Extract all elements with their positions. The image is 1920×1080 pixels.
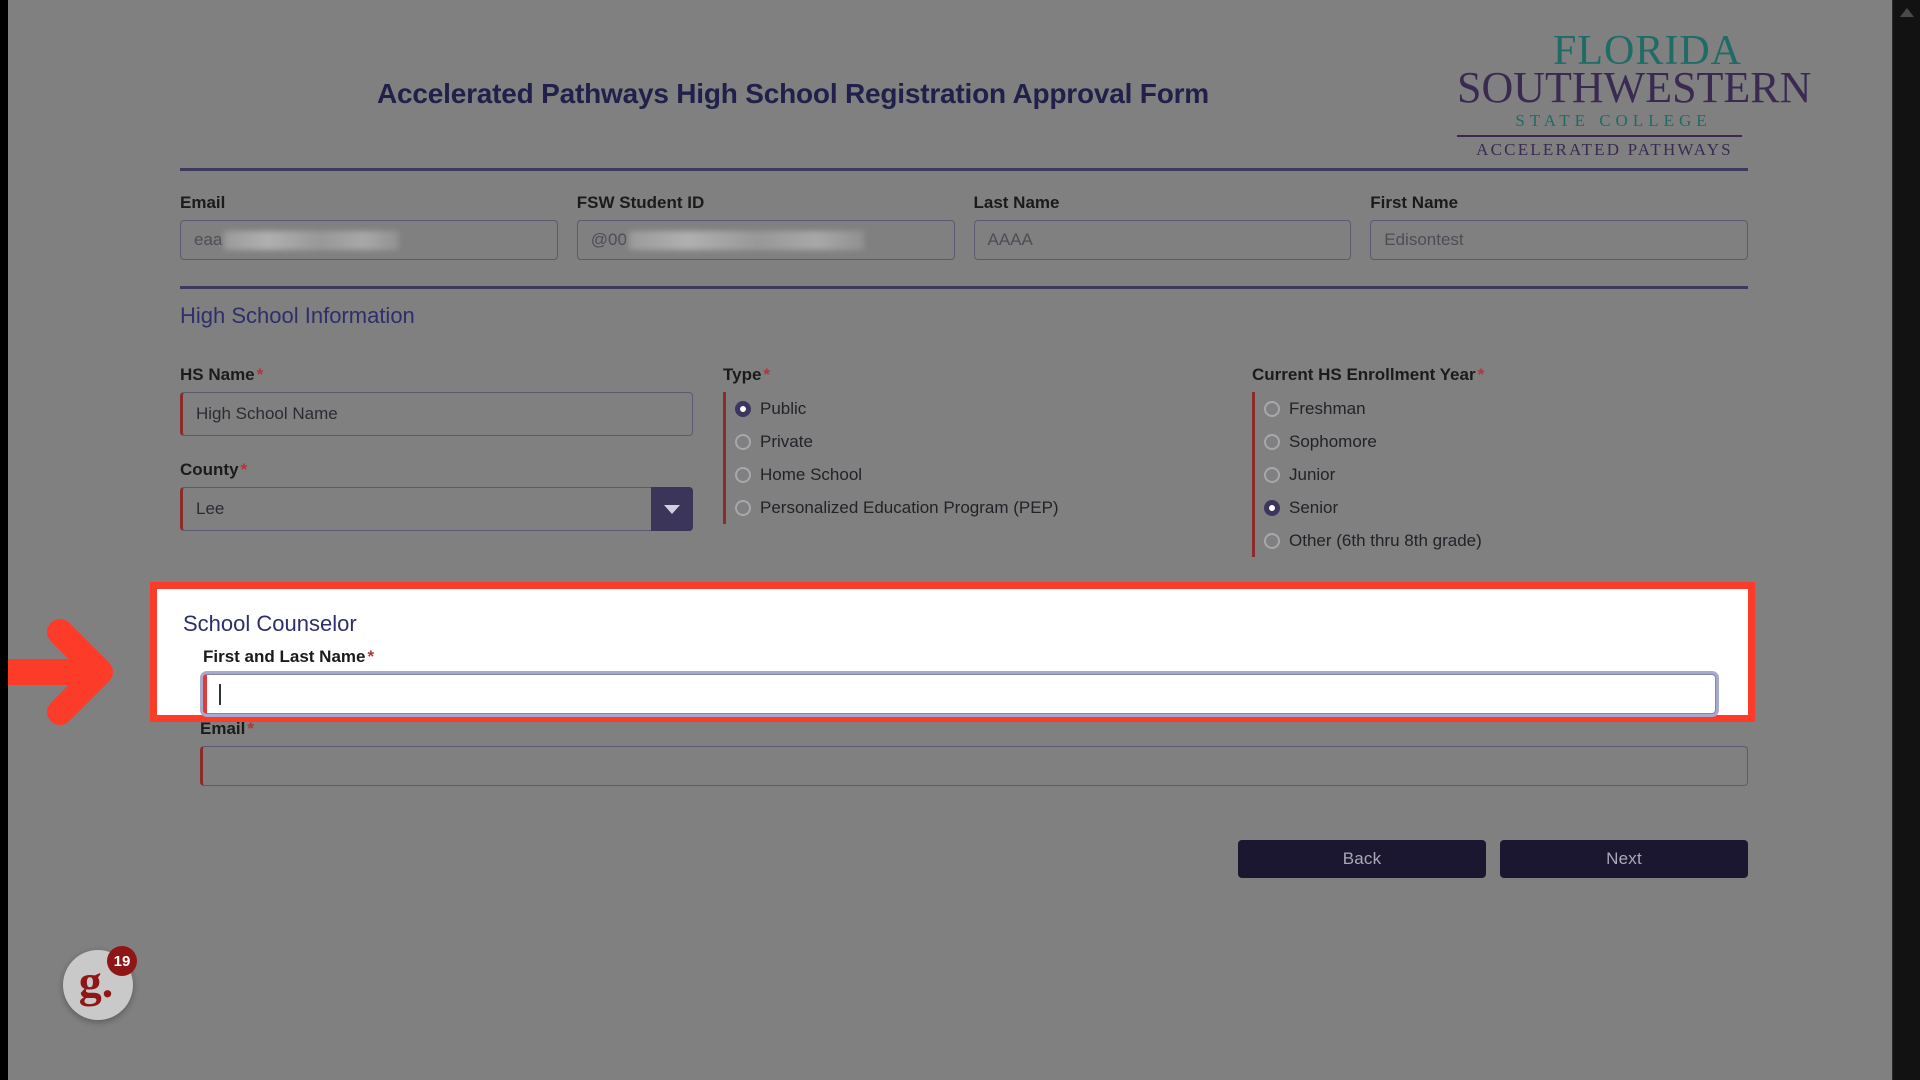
high-school-left-column: HS Name * High School Name County * Lee xyxy=(180,339,693,557)
radio-icon-selected[interactable] xyxy=(1264,499,1280,516)
radio-icon-selected[interactable] xyxy=(735,400,751,417)
back-button[interactable]: Back xyxy=(1238,840,1486,878)
fsw-student-id-label: FSW Student ID xyxy=(576,193,705,212)
browser-viewport: Accelerated Pathways High School Registr… xyxy=(0,0,1920,1080)
student-info-row: Email eaa FSW Student ID @00 Last Name A… xyxy=(180,171,1748,260)
type-required-marker: * xyxy=(763,365,771,384)
page-header: Accelerated Pathways High School Registr… xyxy=(8,0,1892,168)
hs-name-required-marker: * xyxy=(256,365,264,384)
logo-divider xyxy=(1457,135,1742,137)
hs-name-input[interactable]: High School Name xyxy=(180,392,693,436)
chevron-down-icon[interactable] xyxy=(651,487,693,531)
counselor-email-input[interactable] xyxy=(200,746,1748,786)
fsw-student-id-input[interactable]: @00 xyxy=(576,220,955,260)
counselor-name-label: First and Last Name * xyxy=(200,630,372,649)
page-surface: Accelerated Pathways High School Registr… xyxy=(8,0,1892,1080)
hs-name-value: High School Name xyxy=(196,404,338,423)
fsw-student-id-value: @00 xyxy=(590,230,627,249)
email-redaction xyxy=(224,230,400,250)
counselor-email-label: Email * xyxy=(200,719,254,738)
form-body: Email eaa FSW Student ID @00 Last Name A… xyxy=(180,168,1748,878)
high-school-section: High School Information HS Name * High Sc… xyxy=(180,289,1748,557)
high-school-grid: HS Name * High School Name County * Lee … xyxy=(180,335,1748,557)
field-counselor-email: Email * xyxy=(200,719,1748,786)
type-option-home-school[interactable]: Home School xyxy=(735,458,1220,491)
type-option-pep-label: Personalized Education Program (PEP) xyxy=(760,497,1059,517)
field-first-name: First Name Edisontest xyxy=(1370,193,1748,260)
enrollment-option-other-label: Other (6th thru 8th grade) xyxy=(1289,530,1482,550)
email-value: eaa xyxy=(194,230,223,249)
grammarly-widget[interactable]: g. 19 xyxy=(63,946,137,1020)
first-name-input[interactable]: Edisontest xyxy=(1370,220,1748,260)
logo-line-accelerated-pathways: ACCELERATED PATHWAYS xyxy=(1476,140,1733,159)
enrollment-option-junior-label: Junior xyxy=(1289,464,1336,484)
high-school-section-title: High School Information xyxy=(180,303,415,328)
county-required-marker: * xyxy=(240,460,248,479)
field-hs-name: HS Name * High School Name xyxy=(180,365,693,436)
radio-icon[interactable] xyxy=(1264,433,1280,450)
fsw-student-id-redaction xyxy=(628,230,864,250)
type-label: Type * xyxy=(723,365,771,384)
school-counselor-section-title: School Counselor xyxy=(180,593,354,618)
last-name-value: AAAA xyxy=(987,230,1033,249)
logo-line-state-college: STATE COLLEGE xyxy=(1515,111,1712,130)
radio-icon[interactable] xyxy=(735,499,751,516)
radio-icon[interactable] xyxy=(735,433,751,450)
vertical-scrollbar[interactable] xyxy=(1892,0,1920,1080)
enrollment-option-freshman[interactable]: Freshman xyxy=(1264,392,1720,425)
enrollment-option-freshman-label: Freshman xyxy=(1289,398,1366,418)
field-last-name: Last Name AAAA xyxy=(973,193,1352,260)
county-select[interactable]: Lee xyxy=(180,487,693,531)
email-label: Email xyxy=(180,193,226,212)
first-name-label: First Name xyxy=(1370,193,1459,212)
radio-icon[interactable] xyxy=(1264,466,1280,483)
counselor-email-required-marker: * xyxy=(247,719,254,738)
text-cursor xyxy=(217,666,219,688)
enrollment-option-senior[interactable]: Senior xyxy=(1264,491,1720,524)
enrollment-option-senior-label: Senior xyxy=(1289,497,1339,517)
type-option-private[interactable]: Private xyxy=(735,425,1220,458)
first-name-value: Edisontest xyxy=(1384,230,1464,249)
radio-icon[interactable] xyxy=(1264,532,1280,549)
radio-icon[interactable] xyxy=(1264,400,1280,417)
high-school-enrollment-year-column: Current HS Enrollment Year * Freshman Sop… xyxy=(1220,365,1720,557)
field-fsw-student-id: FSW Student ID @00 xyxy=(576,193,955,260)
scroll-up-arrow-icon[interactable] xyxy=(1899,8,1914,17)
fsw-logo: FLORIDA SOUTHWESTERN STATE COLLEGE ACCEL… xyxy=(1457,30,1812,159)
counselor-name-required-marker: * xyxy=(364,630,372,649)
form-button-row: Back Next xyxy=(180,840,1748,878)
type-radio-group: Public Private Home School Personalized … xyxy=(723,392,1220,524)
type-option-private-label: Private xyxy=(760,431,813,451)
type-option-public[interactable]: Public xyxy=(735,392,1220,425)
grammarly-badge-count: 19 xyxy=(107,946,137,976)
hs-name-label: HS Name * xyxy=(180,365,264,384)
enrollment-option-other[interactable]: Other (6th thru 8th grade) xyxy=(1264,524,1720,557)
next-button[interactable]: Next xyxy=(1500,840,1748,878)
county-label: County * xyxy=(180,460,248,479)
enrollment-year-label: Current HS Enrollment Year * xyxy=(1252,365,1485,384)
school-counselor-section: School Counselor First and Last Name * Em… xyxy=(180,593,1748,786)
enrollment-option-sophomore[interactable]: Sophomore xyxy=(1264,425,1720,458)
last-name-label: Last Name xyxy=(973,193,1060,212)
high-school-type-column: Type * Public Private Home School Person… xyxy=(693,365,1220,557)
logo-line-southwestern: SOUTHWESTERN xyxy=(1457,63,1812,112)
page-title: Accelerated Pathways High School Registr… xyxy=(376,78,1209,109)
type-option-home-school-label: Home School xyxy=(760,464,863,484)
field-email: Email eaa xyxy=(180,193,558,260)
browser-left-edge xyxy=(0,0,8,1080)
email-input[interactable]: eaa xyxy=(180,220,558,260)
enrollment-option-junior[interactable]: Junior xyxy=(1264,458,1720,491)
last-name-input[interactable]: AAAA xyxy=(973,220,1352,260)
enrollment-option-sophomore-label: Sophomore xyxy=(1289,431,1377,451)
enrollment-year-required-marker: * xyxy=(1477,365,1485,384)
field-county: County * Lee xyxy=(180,460,693,531)
county-value: Lee xyxy=(196,499,225,518)
enrollment-year-radio-group: Freshman Sophomore Junior Senior Other (… xyxy=(1252,392,1720,557)
counselor-name-input[interactable] xyxy=(200,657,1748,697)
type-option-pep[interactable]: Personalized Education Program (PEP) xyxy=(735,491,1220,524)
form-content: Accelerated Pathways High School Registr… xyxy=(8,0,1892,878)
type-option-public-label: Public xyxy=(760,398,807,418)
radio-icon[interactable] xyxy=(735,466,751,483)
